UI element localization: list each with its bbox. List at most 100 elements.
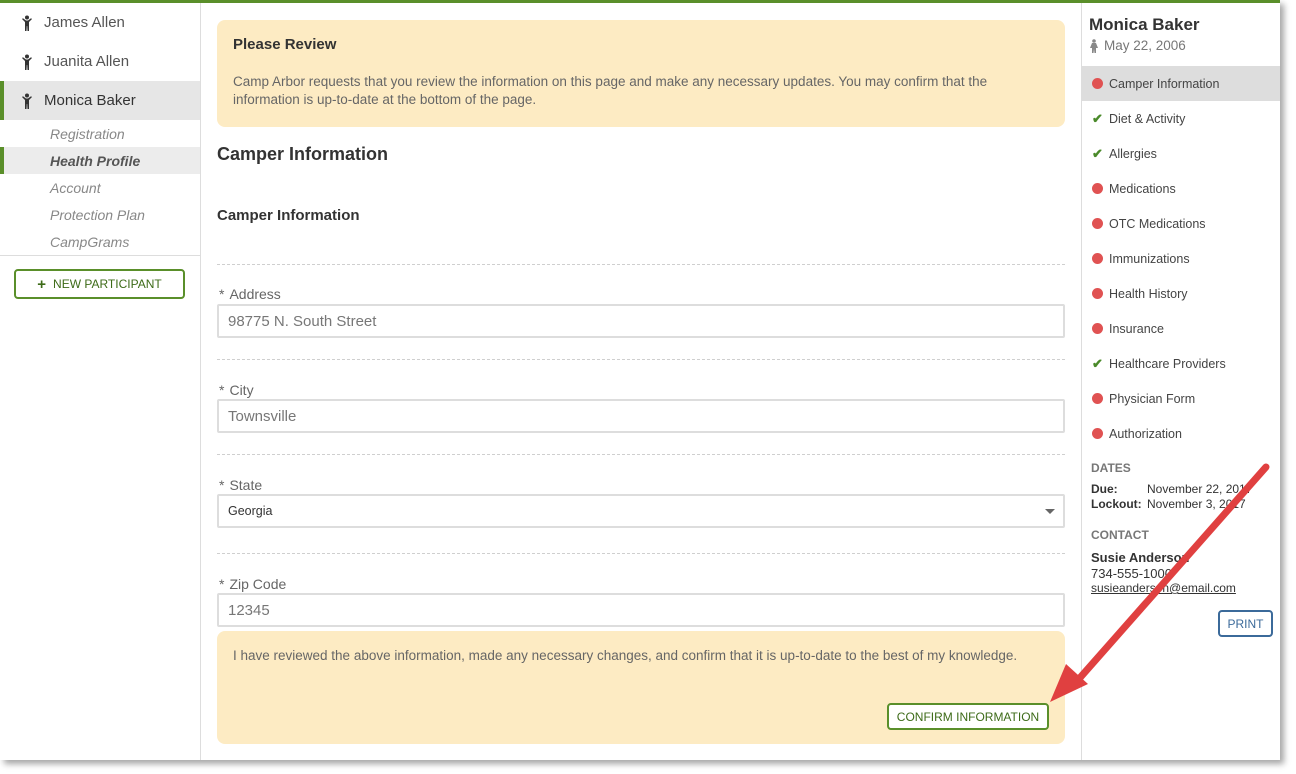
contact-name: Susie Anderson [1091,550,1190,565]
lockout-label: Lockout: [1091,497,1142,511]
subnav-campgrams[interactable]: CampGrams [0,228,200,255]
participant-name: Juanita Allen [44,53,130,70]
divider [217,264,1065,265]
incomplete-status-icon [1092,253,1103,264]
section-label: Allergies [1109,146,1157,161]
app-window: James Allen Juanita Allen Monica Baker R… [0,0,1280,760]
section-label: Insurance [1109,321,1164,336]
camper-dob: May 22, 2006 [1089,38,1186,53]
participant-monica-baker[interactable]: Monica Baker [0,81,200,120]
subnav-account[interactable]: Account [0,174,200,201]
profile-sections-nav: Camper Information ✔ Diet & Activity ✔ All… [1082,66,1280,451]
camper-name: Monica Baker [1089,15,1200,34]
section-allergies[interactable]: ✔ Allergies [1082,136,1280,171]
confirm-text: I have reviewed the above information, m… [233,648,1018,663]
section-health-history[interactable]: Health History [1082,276,1280,311]
new-participant-label: NEW PARTICIPANT [53,277,162,291]
divider [217,454,1065,455]
section-title: Camper Information [217,207,360,224]
subnav-protection-plan[interactable]: Protection Plan [0,201,200,228]
zip-label: * Zip Code [219,576,286,592]
section-healthcare-providers[interactable]: ✔ Healthcare Providers [1082,346,1280,381]
section-diet-activity[interactable]: ✔ Diet & Activity [1082,101,1280,136]
city-label-text: City [229,382,254,398]
checkmark-icon: ✔ [1092,111,1103,126]
main-content: Please Review Camp Arbor requests that y… [201,3,1081,760]
due-value: November 22, 2017 [1147,482,1253,496]
section-camper-information[interactable]: Camper Information [1082,66,1280,101]
health-profile-panel: Monica Baker May 22, 2006 Camper Informa… [1081,3,1280,760]
state-select[interactable]: Georgia [217,494,1065,528]
notice-text: Camp Arbor requests that you review the … [233,74,988,107]
section-label: Medications [1109,181,1176,196]
incomplete-status-icon [1092,428,1103,439]
checkmark-icon: ✔ [1092,356,1103,371]
incomplete-status-icon [1092,288,1103,299]
required-mark: * [219,576,225,592]
section-label: Healthcare Providers [1109,356,1226,371]
participant-juanita-allen[interactable]: Juanita Allen [0,42,200,81]
chevron-down-icon [1045,509,1055,514]
due-label: Due: [1091,482,1118,496]
address-label-text: Address [229,286,281,302]
state-label-text: State [229,477,263,493]
dob-value: May 22, 2006 [1104,38,1186,53]
due-date: Due: November 22, 2017 [1091,482,1252,496]
zip-input[interactable]: 12345 [217,593,1065,627]
required-mark: * [219,477,225,493]
contact-heading: CONTACT [1091,528,1149,542]
participant-subnav: Registration Health Profile Account Prot… [0,120,200,256]
print-button[interactable]: PRINT [1218,610,1273,637]
lockout-date: Lockout: November 3, 2017 [1091,497,1246,511]
person-icon [22,93,32,109]
section-otc-medications[interactable]: OTC Medications [1082,206,1280,241]
address-label: * Address [219,286,281,302]
section-label: Immunizations [1109,251,1190,266]
person-icon [22,54,32,70]
address-input[interactable]: 98775 N. South Street [217,304,1065,338]
female-icon [1090,38,1098,53]
incomplete-status-icon [1092,78,1103,89]
dates-heading: DATES [1091,461,1131,475]
contact-phone: 734-555-1000 [1091,566,1172,581]
section-label: Physician Form [1109,391,1196,406]
section-label: Authorization [1109,426,1182,441]
section-medications[interactable]: Medications [1082,171,1280,206]
required-mark: * [219,286,225,302]
section-label: Health History [1109,286,1188,301]
incomplete-status-icon [1092,183,1103,194]
incomplete-status-icon [1092,323,1103,334]
new-participant-button[interactable]: + NEW PARTICIPANT [14,269,185,299]
incomplete-status-icon [1092,218,1103,229]
checkmark-icon: ✔ [1092,146,1103,161]
participant-name: Monica Baker [44,92,136,109]
review-notice: Please Review Camp Arbor requests that y… [217,20,1065,127]
section-insurance[interactable]: Insurance [1082,311,1280,346]
page-title: Camper Information [217,144,389,164]
incomplete-status-icon [1092,393,1103,404]
plus-icon: + [37,275,47,293]
participant-james-allen[interactable]: James Allen [0,3,200,42]
lockout-value: November 3, 2017 [1147,497,1246,511]
contact-email-link[interactable]: susieanderson@email.com [1091,581,1236,595]
section-label: OTC Medications [1109,216,1206,231]
section-label: Camper Information [1109,76,1220,91]
state-label: * State [219,477,262,493]
confirm-information-button[interactable]: CONFIRM INFORMATION [887,703,1049,730]
required-mark: * [219,382,225,398]
section-authorization[interactable]: Authorization [1082,416,1280,451]
person-icon [22,15,32,31]
section-physician-form[interactable]: Physician Form [1082,381,1280,416]
notice-title: Please Review [233,36,337,53]
subnav-registration[interactable]: Registration [0,120,200,147]
zip-label-text: Zip Code [229,576,287,592]
city-input[interactable]: Townsville [217,399,1065,433]
confirm-panel: I have reviewed the above information, m… [217,631,1065,744]
divider [217,359,1065,360]
section-immunizations[interactable]: Immunizations [1082,241,1280,276]
subnav-health-profile[interactable]: Health Profile [0,147,200,174]
participant-sidebar: James Allen Juanita Allen Monica Baker R… [0,3,201,760]
city-label: * City [219,382,254,398]
participant-name: James Allen [44,14,125,31]
divider [217,553,1065,554]
